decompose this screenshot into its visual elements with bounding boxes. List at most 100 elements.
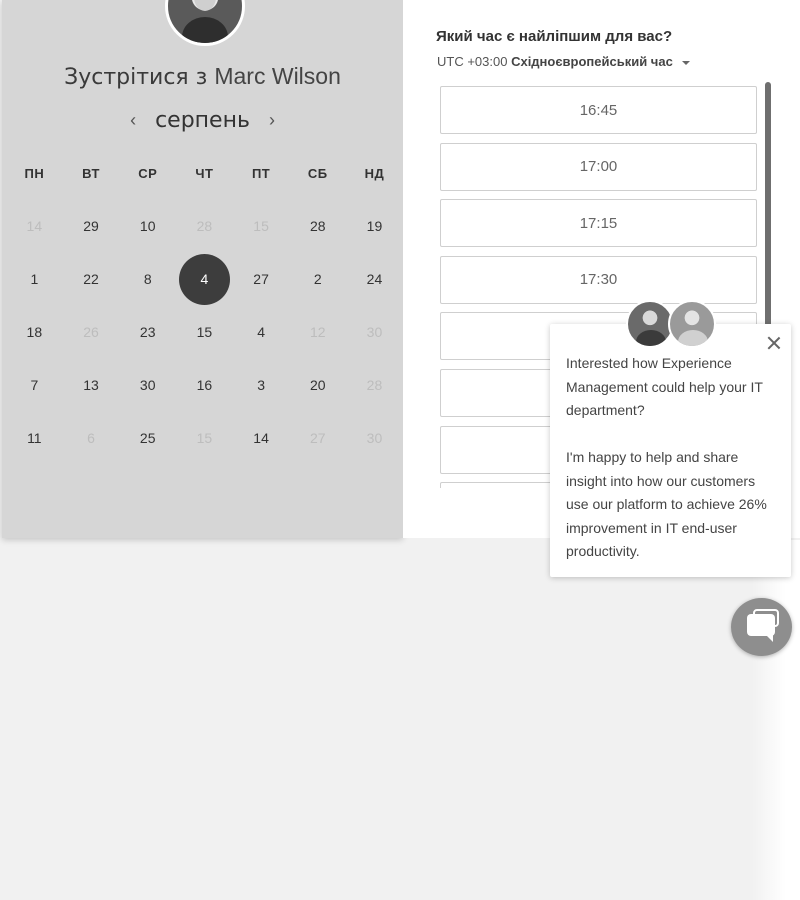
day-number: 18 <box>26 323 43 340</box>
weekday-label: ВТ <box>82 166 100 181</box>
caret-down-icon <box>682 60 691 65</box>
day-number: 7 <box>30 376 39 393</box>
calendar-day[interactable]: 28 <box>289 200 346 253</box>
day-number: 11 <box>27 429 42 446</box>
day-number: 8 <box>143 271 152 288</box>
day-number: 20 <box>309 376 326 393</box>
calendar-day: 15 <box>176 411 233 464</box>
timezone-name: Східноєвропейський час <box>511 54 673 69</box>
calendar-day[interactable]: 14 <box>233 411 290 464</box>
calendar-day[interactable]: 30 <box>119 358 176 411</box>
calendar-day: 14 <box>6 200 63 253</box>
chat-message: Interested how Experience Management cou… <box>566 352 778 587</box>
prev-month-icon[interactable]: ‹ <box>125 110 141 131</box>
calendar-day[interactable]: 4 <box>233 306 290 359</box>
calendar-day[interactable]: 23 <box>119 306 176 359</box>
day-number: 15 <box>196 323 213 340</box>
chat-paragraph: I'm happy to help and share insight into… <box>566 449 767 559</box>
day-number: 28 <box>366 376 383 393</box>
weekday-label: ЧТ <box>195 166 214 181</box>
time-slot-scrollbar[interactable] <box>765 82 771 342</box>
day-number: 4 <box>257 323 265 340</box>
calendar-day[interactable]: 7 <box>6 358 63 411</box>
calendar-day[interactable]: 13 <box>63 358 120 411</box>
next-month-icon[interactable]: › <box>264 110 280 131</box>
day-number: 14 <box>26 218 43 235</box>
calendar-day: 30 <box>346 306 403 359</box>
calendar-day[interactable]: 10 <box>119 200 176 253</box>
timezone-offset: UTC +03:00 <box>437 54 508 69</box>
day-number: 4 <box>178 253 230 305</box>
time-slot-button[interactable]: 17:15 <box>440 199 757 248</box>
calendar-panel: Зустрітися з Marc Wilson ‹ серпень › ПН В… <box>2 0 403 538</box>
day-number: 29 <box>83 218 99 235</box>
day-number: 1 <box>30 271 39 288</box>
calendar-day[interactable]: 22 <box>63 253 120 306</box>
day-number: 30 <box>366 429 383 446</box>
calendar-day: 12 <box>289 306 346 359</box>
weekday-label: СБ <box>307 166 328 181</box>
day-number: 26 <box>83 323 99 340</box>
avatar-body <box>182 17 228 43</box>
calendar-day[interactable]: 16 <box>176 358 233 411</box>
calendar-day[interactable]: 2 <box>289 253 346 306</box>
calendar-day[interactable]: 20 <box>289 358 346 411</box>
calendar-day[interactable]: 19 <box>346 200 403 253</box>
month-navigation: ‹ серпень › <box>2 108 403 133</box>
meeting-title-prefix: Зустрітися з <box>64 65 208 90</box>
weekday-label: ПН <box>24 166 45 181</box>
chat-paragraph: Interested how Experience Management cou… <box>566 355 763 418</box>
host-name: Marc Wilson <box>214 63 341 89</box>
day-number: 23 <box>139 323 156 340</box>
day-number: 28 <box>309 218 326 235</box>
day-number: 22 <box>83 271 99 288</box>
day-number: 3 <box>257 376 265 393</box>
weekday-label: СР <box>138 166 158 181</box>
calendar-day[interactable]: 11 <box>6 411 63 464</box>
chat-launcher-button[interactable] <box>731 598 792 656</box>
day-number: 28 <box>196 218 213 235</box>
day-number: 13 <box>83 376 99 393</box>
day-number: 25 <box>139 429 156 446</box>
time-heading: Який час є найліпшим для вас? <box>436 28 673 45</box>
day-number: 24 <box>366 271 383 288</box>
close-icon[interactable] <box>764 333 784 353</box>
agent-avatar <box>668 300 716 348</box>
day-number: 16 <box>196 376 213 393</box>
calendar-day: 26 <box>63 306 120 359</box>
day-number: 27 <box>253 271 269 288</box>
selected-day[interactable]: 4 <box>176 253 233 306</box>
day-number: 30 <box>366 323 383 340</box>
timezone-selector[interactable]: UTC +03:00 Східноєвропейський час <box>437 54 691 69</box>
calendar-day[interactable]: 1 <box>6 253 63 306</box>
day-number: 30 <box>139 376 156 393</box>
day-number: 15 <box>253 218 269 235</box>
weekday-label: ПТ <box>251 166 271 181</box>
day-number: 27 <box>309 429 326 446</box>
time-slot-button[interactable]: 16:45 <box>440 86 757 134</box>
day-number: 6 <box>87 429 95 446</box>
current-month: серпень <box>155 108 250 133</box>
chat-bubble-icon <box>747 614 775 642</box>
calendar-day: 30 <box>346 411 403 464</box>
time-slot-button[interactable]: 17:30 <box>440 255 757 304</box>
weekday-header: ПН ВТ СР ЧТ ПТ СБ НД <box>6 166 403 181</box>
calendar-day[interactable]: 27 <box>233 253 290 306</box>
calendar-day[interactable]: 8 <box>119 253 176 306</box>
calendar-days-grid: 14 29 10 28 15 28 19 1 22 8 4 27 2 24 18 26 23 15 4 12 30 7 13… <box>6 200 403 464</box>
calendar-day[interactable]: 29 <box>63 200 120 253</box>
weekday-label: НД <box>364 166 385 181</box>
day-number: 10 <box>139 218 156 235</box>
calendar-day[interactable]: 15 <box>176 306 233 359</box>
agent-avatar <box>626 300 674 348</box>
time-slot-button[interactable]: 17:00 <box>440 142 757 191</box>
calendar-day[interactable]: 25 <box>119 411 176 464</box>
chat-agent-avatars <box>626 300 716 348</box>
calendar-day: 15 <box>233 200 290 253</box>
calendar-day[interactable]: 18 <box>6 306 63 359</box>
meeting-title: Зустрітися з Marc Wilson <box>2 63 403 90</box>
host-avatar <box>165 0 245 46</box>
calendar-day[interactable]: 24 <box>346 253 403 306</box>
calendar-day[interactable]: 3 <box>233 358 290 411</box>
calendar-day: 27 <box>289 411 346 464</box>
